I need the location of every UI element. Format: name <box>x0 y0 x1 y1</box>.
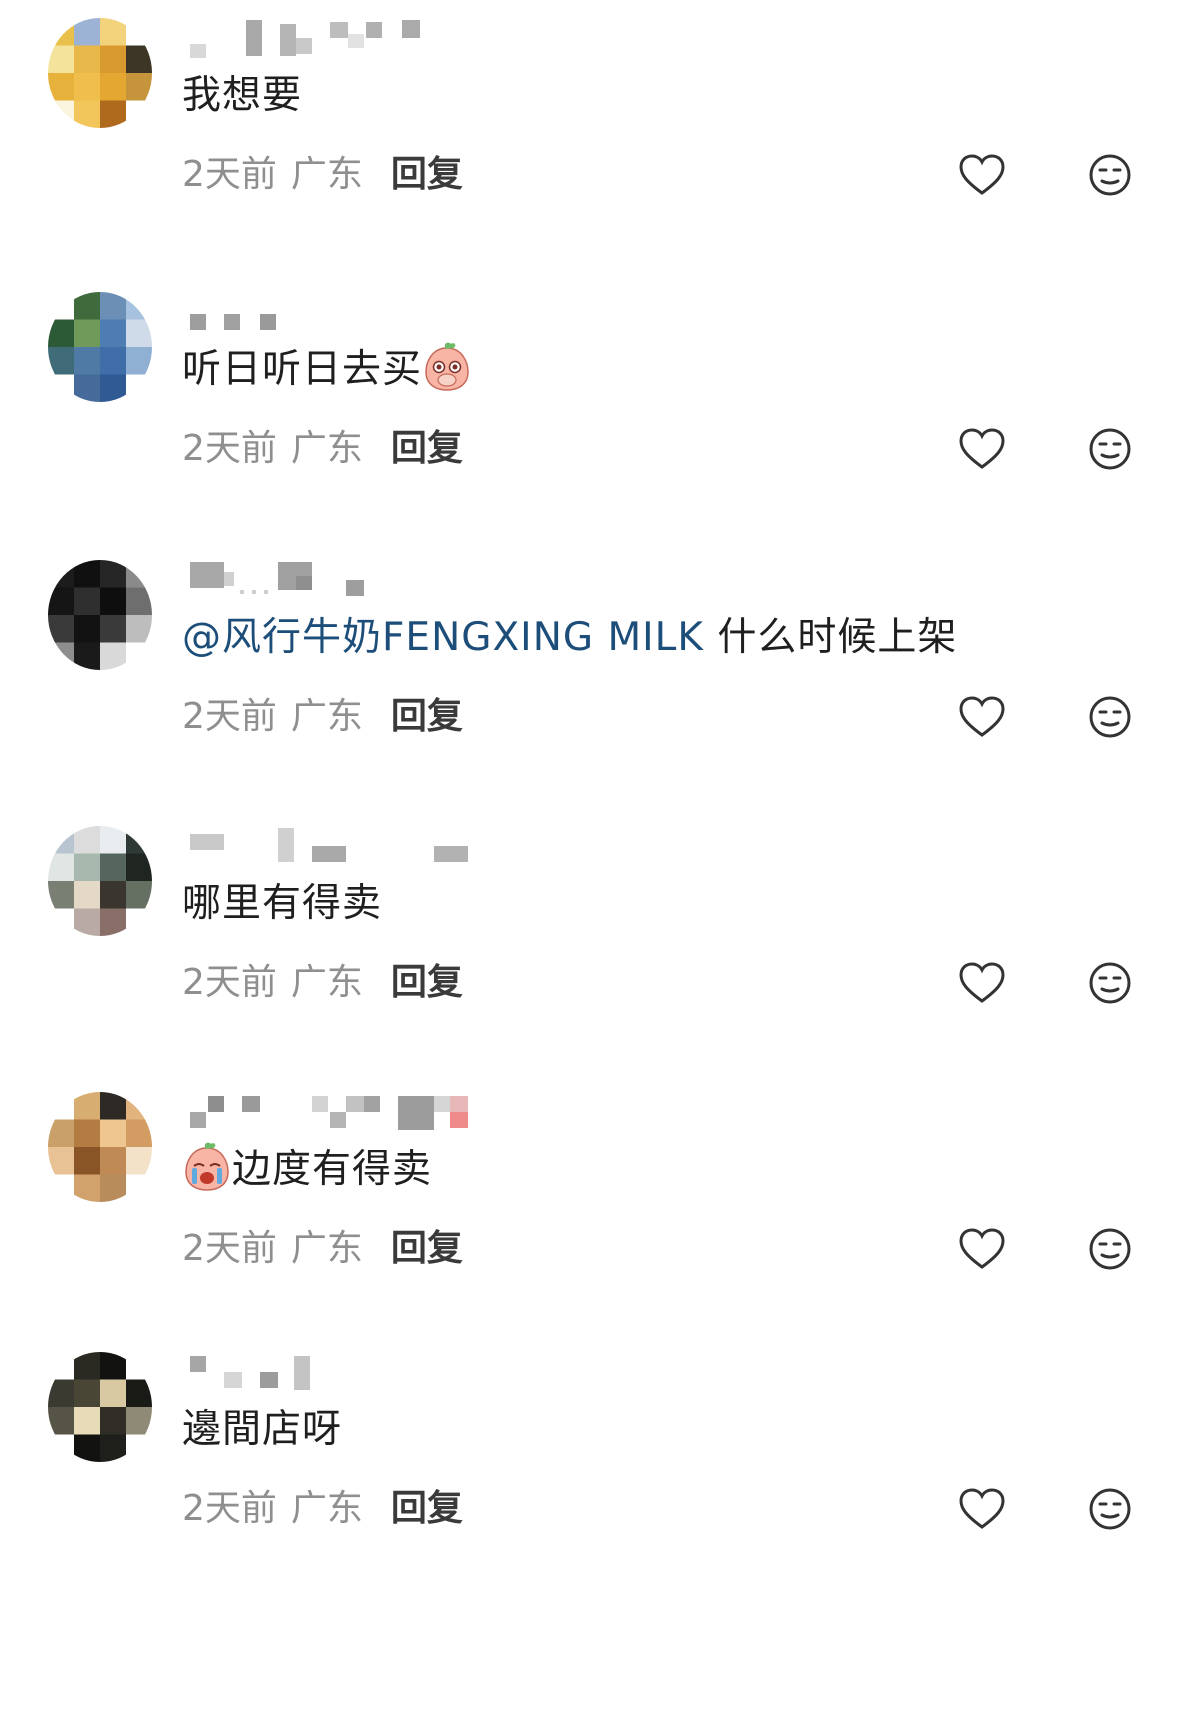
comment-time: 2天前 <box>182 428 277 469</box>
comment-meta: 2天前 广东 回复 <box>182 692 463 742</box>
avatar[interactable] <box>48 1352 152 1462</box>
comment-time: 2天前 <box>182 962 277 1003</box>
comment-item: 我想要 2天前 广东 回复 <box>0 18 1200 278</box>
reply-button[interactable]: 回复 <box>391 696 463 737</box>
dislike-button[interactable] <box>1083 690 1137 744</box>
comment-time: 2天前 <box>182 696 277 737</box>
mention-link[interactable]: @风行牛奶FENGXING MILK <box>182 615 704 660</box>
reply-button[interactable]: 回复 <box>391 154 463 195</box>
comment-text-content: 我想要 <box>182 73 303 118</box>
comment-text: 邊間店呀 <box>182 1400 342 1460</box>
comment-text: @风行牛奶FENGXING MILK 什么时候上架 <box>182 608 957 668</box>
username-pixelated[interactable] <box>190 562 510 602</box>
meh-face-icon <box>1089 1488 1131 1530</box>
like-button[interactable] <box>955 148 1009 202</box>
comment-text-content: 什么时候上架 <box>703 615 958 660</box>
dislike-button[interactable] <box>1083 956 1137 1010</box>
comment-text: 哪里有得卖 <box>182 874 382 934</box>
like-button[interactable] <box>955 956 1009 1010</box>
avatar[interactable] <box>48 1092 152 1202</box>
comment-location: 广东 <box>290 428 363 469</box>
comment-item: 哪里有得卖 2天前 广东 回复 <box>0 826 1200 1086</box>
username-pixelated[interactable] <box>190 1094 510 1134</box>
username-pixelated[interactable] <box>190 20 510 60</box>
dislike-button[interactable] <box>1083 1482 1137 1536</box>
like-button[interactable] <box>955 422 1009 476</box>
username-pixelated[interactable] <box>190 294 510 334</box>
dislike-button[interactable] <box>1083 422 1137 476</box>
comment-item: 邊間店呀 2天前 广东 回复 <box>0 1352 1200 1612</box>
meh-face-icon <box>1089 696 1131 738</box>
heart-outline-icon <box>959 154 1005 195</box>
heart-outline-icon <box>959 696 1005 737</box>
reply-button[interactable]: 回复 <box>391 428 463 469</box>
comment-item: 边度有得卖 2天前 广东 回复 <box>0 1092 1200 1352</box>
reply-button[interactable]: 回复 <box>391 1228 463 1269</box>
comment-text: 我想要 <box>182 66 302 126</box>
comment-text-content: 哪里有得卖 <box>182 881 383 926</box>
comment-meta: 2天前 广东 回复 <box>182 1484 463 1534</box>
comment-location: 广东 <box>290 696 363 737</box>
comment-text: 听日听日去买 <box>182 340 472 400</box>
like-button[interactable] <box>955 1482 1009 1536</box>
meh-face-icon <box>1089 154 1131 196</box>
comment-meta: 2天前 广东 回复 <box>182 424 463 474</box>
comment-item: @风行牛奶FENGXING MILK 什么时候上架 2天前 广东 回复 <box>0 560 1200 820</box>
comment-text: 边度有得卖 <box>182 1140 432 1200</box>
comment-text-content: 邊間店呀 <box>182 1407 343 1452</box>
avatar[interactable] <box>48 18 152 128</box>
meh-face-icon <box>1089 962 1131 1004</box>
username-pixelated[interactable] <box>190 828 510 868</box>
heart-outline-icon <box>959 428 1005 469</box>
heart-outline-icon <box>959 962 1005 1003</box>
comment-text-content: 听日听日去买 <box>182 347 423 392</box>
avatar[interactable] <box>48 826 152 936</box>
comment-location: 广东 <box>290 154 363 195</box>
heart-outline-icon <box>959 1488 1005 1529</box>
comment-time: 2天前 <box>182 1228 277 1269</box>
reply-button[interactable]: 回复 <box>391 962 463 1003</box>
heart-outline-icon <box>959 1228 1005 1269</box>
peach-crying-emoji <box>185 1142 229 1191</box>
comment-meta: 2天前 广东 回复 <box>182 150 463 200</box>
reply-button[interactable]: 回复 <box>391 1488 463 1529</box>
meh-face-icon <box>1089 428 1131 470</box>
dislike-button[interactable] <box>1083 148 1137 202</box>
peach-covering-mouth-emoji <box>425 342 469 391</box>
meh-face-icon <box>1089 1228 1131 1270</box>
username-pixelated[interactable] <box>190 1354 510 1394</box>
comment-location: 广东 <box>290 1488 363 1529</box>
comment-meta: 2天前 广东 回复 <box>182 1224 463 1274</box>
comment-text-content: 边度有得卖 <box>232 1147 433 1192</box>
comment-location: 广东 <box>290 962 363 1003</box>
comment-time: 2天前 <box>182 154 277 195</box>
avatar[interactable] <box>48 292 152 402</box>
comment-location: 广东 <box>290 1228 363 1269</box>
avatar[interactable] <box>48 560 152 670</box>
dislike-button[interactable] <box>1083 1222 1137 1276</box>
comment-item: 听日听日去买 2天前 广东 回复 <box>0 292 1200 552</box>
like-button[interactable] <box>955 690 1009 744</box>
comment-meta: 2天前 广东 回复 <box>182 958 463 1008</box>
like-button[interactable] <box>955 1222 1009 1276</box>
comment-time: 2天前 <box>182 1488 277 1529</box>
